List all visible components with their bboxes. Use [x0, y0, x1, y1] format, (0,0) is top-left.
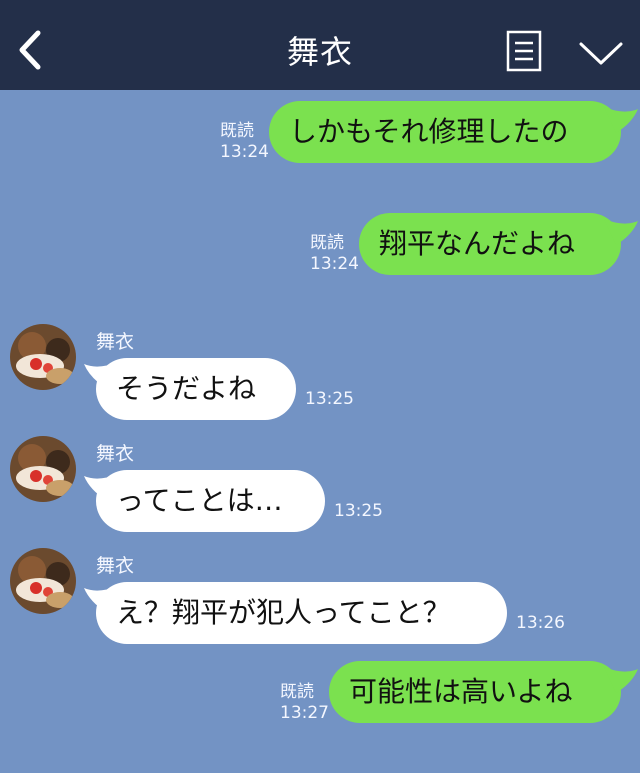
message-bubble[interactable]: 可能性は高いよね [329, 661, 621, 723]
chevron-down-icon[interactable] [578, 38, 624, 68]
message-read-status: 既読 13:24 [220, 121, 269, 162]
message-read-status: 既読 13:27 [280, 682, 329, 723]
sender-name: 舞衣 [96, 331, 135, 353]
message-time: 13:26 [516, 613, 565, 633]
avatar[interactable] [10, 548, 76, 614]
bubble-tail [604, 667, 638, 693]
message-time: 13:25 [305, 389, 354, 409]
message-read-status: 既読 13:24 [310, 233, 359, 274]
sender-name: 舞衣 [96, 555, 135, 577]
chat-title: 舞衣 [286, 33, 353, 71]
bubble-tail [604, 107, 638, 133]
message-bubble[interactable]: 翔平なんだよね [359, 213, 621, 275]
chat-header: 舞衣 [0, 0, 640, 90]
bubble-tail [604, 219, 638, 245]
avatar[interactable] [10, 324, 76, 390]
menu-icon[interactable] [506, 30, 542, 72]
message-bubble[interactable]: ってことは… [96, 470, 325, 532]
message-bubble[interactable]: え？翔平が犯人ってこと？ [96, 582, 507, 644]
avatar[interactable] [10, 436, 76, 502]
message-bubble[interactable]: しかもそれ修理したの [269, 101, 621, 163]
message-time: 13:25 [334, 501, 383, 521]
sender-name: 舞衣 [96, 443, 135, 465]
message-bubble[interactable]: そうだよね [96, 358, 296, 420]
